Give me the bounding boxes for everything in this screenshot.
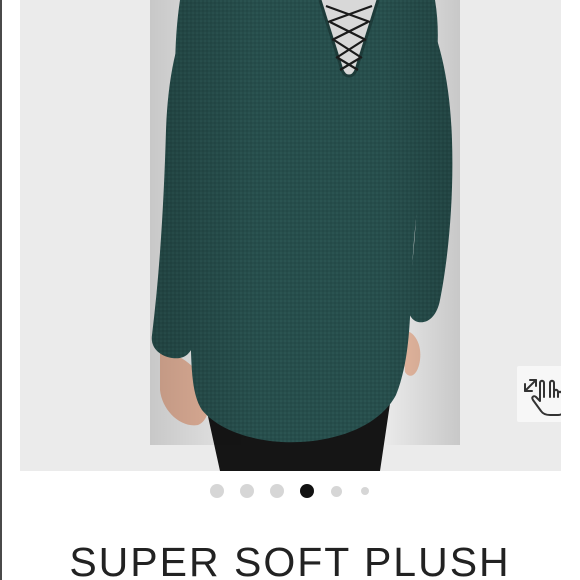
carousel-dot-3[interactable]	[269, 484, 284, 498]
carousel-dot-4-active[interactable]	[299, 484, 314, 498]
product-image[interactable]	[20, 0, 561, 471]
zoom-button[interactable]	[517, 366, 561, 422]
carousel-dot-6[interactable]	[360, 487, 369, 495]
product-photo-svg	[20, 0, 561, 471]
carousel-dot-1[interactable]	[209, 484, 224, 498]
product-title: SUPER SOFT PLUSH	[69, 539, 511, 580]
image-carousel-indicators	[0, 482, 580, 500]
carousel-dot-5[interactable]	[330, 485, 342, 497]
carousel-dot-2[interactable]	[239, 484, 254, 498]
expand-hand-icon	[524, 379, 561, 416]
